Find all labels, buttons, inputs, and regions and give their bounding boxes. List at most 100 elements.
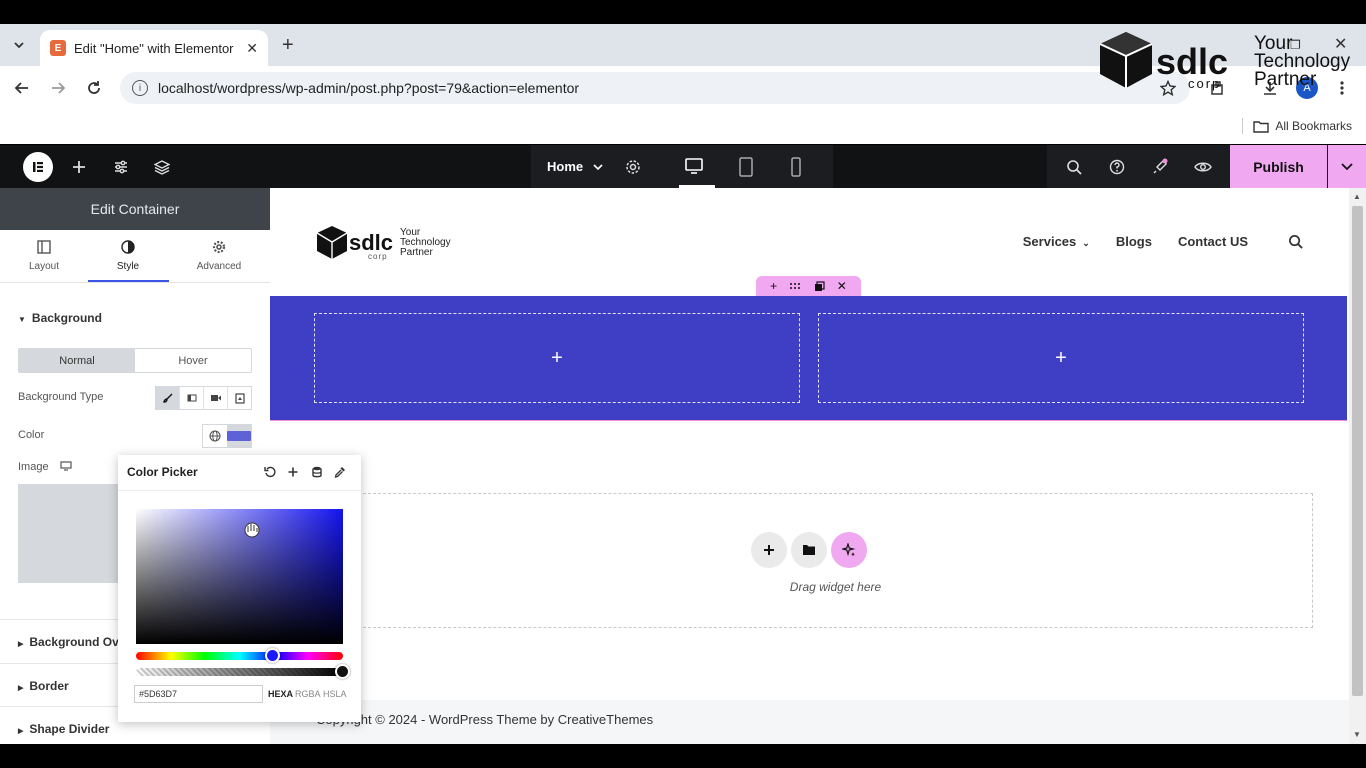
normal-state-button[interactable]: Normal [19, 349, 135, 372]
eye-icon [1194, 162, 1212, 172]
scrollbar-thumb[interactable] [1352, 206, 1363, 696]
color-swatch-button[interactable] [227, 425, 251, 447]
desktop-icon [60, 461, 72, 471]
page-settings-button[interactable] [623, 157, 643, 177]
finder-button[interactable] [1064, 157, 1084, 177]
add-container-icon[interactable]: + [770, 279, 777, 293]
divider [118, 490, 361, 491]
global-colors-button[interactable] [203, 425, 227, 447]
nav-blogs[interactable]: Blogs [1116, 234, 1152, 249]
color-swatch [227, 431, 251, 441]
publish-button[interactable]: Publish [1230, 145, 1327, 188]
reload-button[interactable] [84, 78, 104, 98]
mobile-view-button[interactable] [786, 157, 808, 177]
gradient-icon [187, 394, 196, 402]
chevron-down-icon [14, 42, 24, 49]
gear-icon [212, 240, 226, 254]
help-button[interactable] [1107, 157, 1127, 177]
site-settings-button[interactable] [111, 157, 131, 177]
preview-button[interactable] [1193, 157, 1213, 177]
copyright-text: Copyright © 2024 - WordPress Theme by Cr… [316, 712, 654, 727]
add-template-button[interactable] [791, 532, 827, 568]
eyedropper-button[interactable] [332, 464, 348, 480]
structure-button[interactable] [152, 157, 172, 177]
tab-advanced-label: Advanced [196, 261, 242, 272]
tab-list-button[interactable] [8, 34, 30, 56]
elementor-favicon-icon: E [50, 40, 66, 56]
folder-icon [803, 545, 815, 555]
bg-type-gradient-button[interactable] [180, 387, 204, 409]
page-selector[interactable]: Home [547, 159, 603, 174]
inner-container-left[interactable]: + [314, 313, 800, 403]
new-tab-button[interactable]: + [282, 34, 294, 57]
eyedropper-icon [334, 467, 345, 478]
close-window-icon[interactable]: ✕ [1334, 34, 1347, 54]
publish-options-button[interactable] [1328, 145, 1366, 188]
hue-slider-handle[interactable] [265, 648, 280, 663]
site-search-button[interactable] [1288, 234, 1303, 249]
border-label: Border [29, 679, 69, 693]
chevron-down-icon: ⌄ [1082, 238, 1090, 248]
bg-type-slideshow-button[interactable] [228, 387, 251, 409]
hue-slider[interactable] [136, 652, 343, 660]
bg-type-classic-button[interactable] [156, 387, 180, 409]
divider [1242, 118, 1244, 134]
nav-services[interactable]: Services ⌄ [1023, 234, 1090, 249]
restore-window-icon[interactable]: ❐ [1290, 38, 1301, 52]
all-bookmarks-button[interactable]: All Bookmarks [1242, 118, 1352, 134]
tab-layout-label: Layout [28, 261, 60, 272]
preview-canvas: sdlc corp Your Technology Partner Servic… [270, 188, 1349, 744]
layers-icon [154, 160, 170, 175]
scroll-down-arrow-icon[interactable]: ▼ [1353, 730, 1361, 739]
inner-container-right[interactable]: + [818, 313, 1304, 403]
add-element-button[interactable] [69, 157, 89, 177]
color-label: Color [18, 429, 45, 441]
search-icon [1067, 160, 1082, 175]
globe-icon [209, 430, 221, 442]
widget-drop-area[interactable]: Drag widget here [358, 493, 1313, 628]
duplicate-container-icon[interactable] [814, 280, 825, 292]
site-logo[interactable]: sdlc corp Your Technology Partner [316, 224, 451, 262]
scroll-up-arrow-icon[interactable]: ▲ [1353, 192, 1361, 201]
sdlc-cube-logo-icon: sdlc corp [316, 226, 393, 261]
back-button[interactable] [12, 78, 32, 98]
background-type-label: Background Type [18, 391, 104, 403]
container-handle: + ✕ [756, 276, 861, 296]
site-info-icon[interactable]: i [132, 80, 148, 96]
browser-tab-active[interactable]: E Edit "Home" with Elementor ✕ [40, 30, 268, 66]
elementor-menu-button[interactable] [23, 152, 53, 182]
preview-scrollbar[interactable]: ▲ ▼ [1349, 188, 1366, 744]
page-and-devices-group: Home [531, 145, 833, 188]
nav-contact[interactable]: Contact US [1178, 234, 1248, 249]
selected-container-section[interactable]: + + [270, 296, 1347, 421]
alpha-slider[interactable] [136, 668, 343, 676]
tab-advanced[interactable]: Advanced [179, 240, 259, 272]
background-section-toggle[interactable]: ▼ Background [18, 311, 102, 325]
bg-type-video-button[interactable] [204, 387, 228, 409]
global-colors-list-button[interactable] [309, 464, 325, 480]
format-rgba-button[interactable]: RGBA [295, 689, 321, 699]
format-hexa-button[interactable]: HEXA [268, 689, 293, 699]
whats-new-button[interactable] [1150, 157, 1170, 177]
hex-color-input[interactable] [134, 685, 263, 703]
alpha-slider-handle[interactable] [335, 664, 350, 679]
reset-color-button[interactable] [262, 464, 278, 480]
hover-state-button[interactable]: Hover [135, 349, 251, 372]
tab-style[interactable]: Style [88, 240, 168, 272]
gear-icon [626, 160, 640, 174]
desktop-view-button[interactable] [684, 157, 706, 177]
drag-container-icon[interactable] [789, 282, 801, 290]
add-section-button[interactable] [751, 532, 787, 568]
chevron-down-icon [593, 164, 603, 171]
ai-generate-button[interactable] [831, 532, 867, 568]
tab-layout[interactable]: Layout [4, 240, 84, 272]
format-hsla-button[interactable]: HSLA [323, 689, 347, 699]
add-global-color-button[interactable] [285, 464, 301, 480]
url-input[interactable]: i localhost/wordpress/wp-admin/post.php?… [120, 72, 1190, 104]
tab-close-icon[interactable]: ✕ [246, 40, 258, 57]
delete-container-icon[interactable]: ✕ [837, 279, 847, 293]
tablet-view-button[interactable] [736, 157, 758, 177]
saturation-value-area[interactable] [136, 509, 343, 644]
reload-icon [88, 81, 100, 94]
forward-button[interactable] [48, 78, 68, 98]
